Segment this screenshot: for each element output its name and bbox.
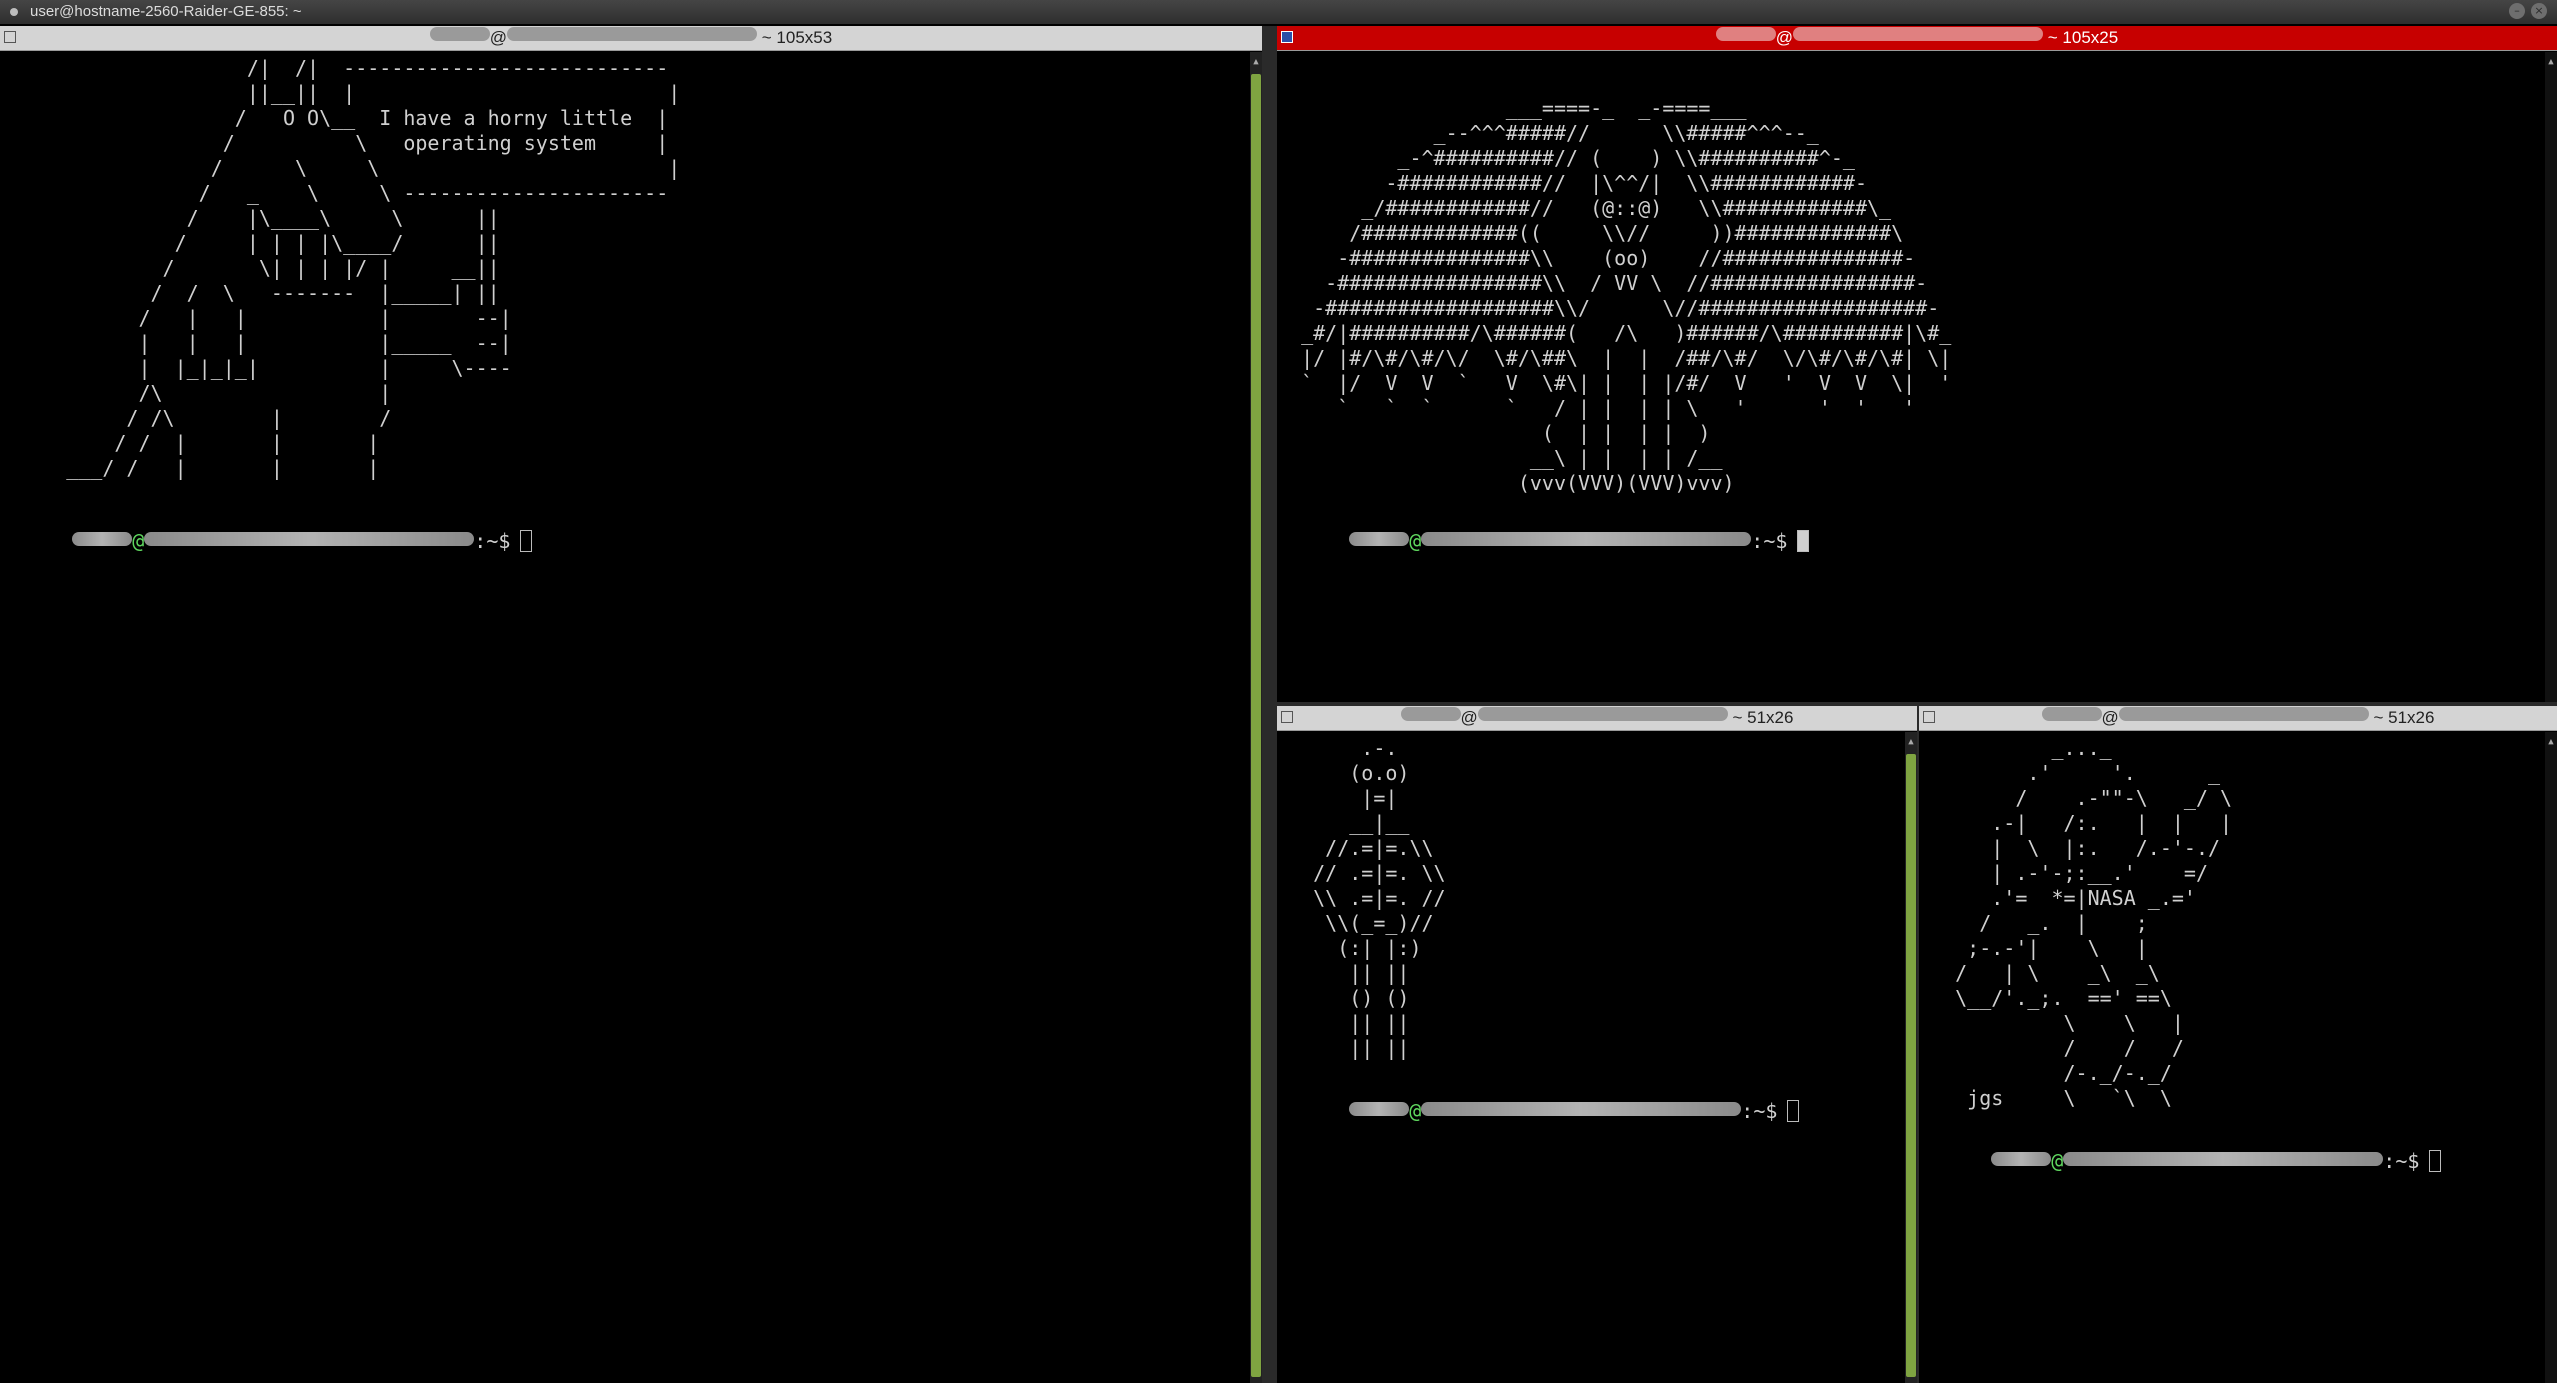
scrollbar[interactable]: ▲ [2545, 732, 2557, 1383]
scrollbar[interactable]: ▲ [1905, 732, 1917, 1383]
close-icon[interactable]: × [2531, 3, 2547, 19]
pane-titlebar-active[interactable]: @ ~ 105x25 [1277, 26, 2557, 51]
scrollbar-thumb[interactable] [1906, 754, 1916, 1377]
text-cursor [1787, 1100, 1800, 1122]
scrollbar-thumb[interactable] [1251, 74, 1261, 1377]
shell-prompt[interactable]: @:~$ [1919, 1124, 2442, 1199]
scrollbar[interactable]: ▲ [2545, 52, 2557, 702]
pane-titlebar[interactable]: @ ~ 51x26 [1919, 706, 2557, 731]
scrollbar[interactable]: ▲ [1250, 52, 1262, 1383]
scroll-up-icon[interactable]: ▲ [2545, 736, 2557, 748]
ascii-art-robot: .-. (o.o) |=| __|__ //.=|=.\\ // .=|=. \… [1313, 736, 1446, 1060]
ascii-art-dragon: ___====-_ _-====___ _--^^^#####// \\####… [1301, 96, 1952, 495]
terminal-pane-bottom-mid[interactable]: @ ~ 51x26 .-. (o.o) |=| __|__ //.=|=.\\ … [1277, 706, 1917, 1383]
terminal-pane-left[interactable]: @ ~ 105x53 /| /| -----------------------… [0, 26, 1262, 1383]
pane-title: @ ~ 105x25 [1277, 26, 2557, 50]
shell-prompt[interactable]: @:~$ [0, 504, 533, 579]
pane-title: @ ~ 51x26 [1277, 706, 1917, 730]
pane-titlebar[interactable]: @ ~ 105x53 [0, 26, 1262, 51]
terminal-pane-bottom-right[interactable]: @ ~ 51x26 _..._ .' '. _ / .-""-\ _/ \ .-… [1919, 706, 2557, 1383]
terminal-pane-top-right[interactable]: @ ~ 105x25 ___====-_ _-====___ _--^^^###… [1277, 26, 2557, 702]
pane-titlebar[interactable]: @ ~ 51x26 [1277, 706, 1917, 731]
pane-title: @ ~ 105x53 [0, 26, 1262, 50]
ascii-art: /| /| --------------------------- ||__||… [66, 56, 681, 480]
text-cursor [520, 530, 533, 552]
ascii-art-astronaut: _..._ .' '. _ / .-""-\ _/ \ .-| /:. | | … [1955, 736, 2233, 1110]
window-titlebar[interactable]: user@hostname-2560-Raider-GE-855: ~ – × [0, 0, 2557, 24]
text-cursor [1797, 530, 1810, 552]
scroll-up-icon[interactable]: ▲ [2545, 56, 2557, 68]
shell-prompt[interactable]: @:~$ [1277, 504, 1810, 579]
shell-prompt[interactable]: @:~$ [1277, 1074, 1800, 1149]
app-menu-icon[interactable] [10, 8, 18, 16]
pane-title: @ ~ 51x26 [1919, 706, 2557, 730]
scroll-up-icon[interactable]: ▲ [1250, 56, 1262, 68]
text-cursor [2429, 1150, 2442, 1172]
pane-divider[interactable] [1262, 26, 1277, 1383]
window-title: user@hostname-2560-Raider-GE-855: ~ [30, 3, 302, 20]
scroll-up-icon[interactable]: ▲ [1905, 736, 1917, 748]
minimize-icon[interactable]: – [2509, 3, 2525, 19]
